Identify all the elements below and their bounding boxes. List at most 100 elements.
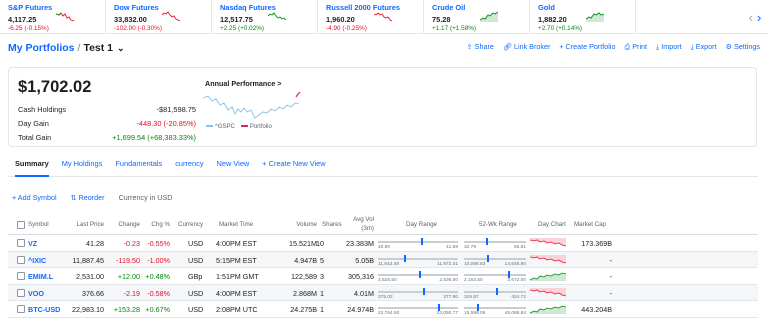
chevron-down-icon[interactable]: ⌄ — [117, 43, 125, 54]
portfolio-breadcrumb: My Portfolios / Test 1 ⌄ — [8, 41, 125, 55]
price-change: +153.28 — [113, 305, 140, 314]
create-portfolio-button[interactable]: + Create Portfolio — [559, 42, 615, 52]
breadcrumb-separator: / — [77, 42, 81, 54]
col-market-cap[interactable]: Market Cap — [574, 221, 606, 228]
tab-summary[interactable]: Summary — [15, 159, 49, 177]
table-row[interactable]: BTC-USD 22,983.10 +153.28 +0.67% USD 2:08PM U… — [8, 301, 758, 318]
day-high: 377.90 — [443, 294, 458, 300]
tab-new-view[interactable]: New View — [217, 159, 250, 176]
create-new-view-button[interactable]: + Create New View — [262, 159, 325, 176]
ticker-nasdaq-futures[interactable]: Nasdaq Futures 12,517.75 +2.25 (+0.02%) — [212, 0, 318, 34]
portfolio-line — [295, 91, 301, 98]
col-change[interactable]: Change — [108, 221, 140, 228]
ticker-change: +2.25 (+0.02%) — [220, 25, 265, 32]
reorder-button[interactable]: ⇅ Reorder — [71, 193, 105, 202]
settings-button[interactable]: ⚙ Settings — [726, 42, 760, 52]
tab-my-holdings[interactable]: My Holdings — [62, 159, 103, 176]
chevron-right-icon[interactable]: › — [757, 10, 761, 25]
col-market-time[interactable]: Market Time — [219, 221, 253, 228]
portfolio-total-value: $1,702.02 — [18, 78, 92, 96]
col-day-range[interactable]: Day Range — [406, 221, 437, 228]
col-avg-vol-sub: (3m) — [361, 225, 374, 232]
portfolio-actions: ⇪ Share 🔗︎ Link Broker + Create Portfoli… — [467, 42, 760, 52]
table-body: VZ 41.28 -0.23 -0.55% USD 4:00PM EST 15.521M 10… — [8, 235, 758, 318]
symbol-link[interactable]: VZ — [28, 239, 37, 248]
annual-performance-link[interactable]: Annual Performance > — [205, 79, 282, 88]
symbol-link[interactable]: VOO — [28, 289, 44, 298]
ticker-gold[interactable]: Gold 1,882.20 +2.70 (+0.14%) — [530, 0, 636, 34]
market-time: 4:00PM EST — [216, 288, 257, 298]
share-label: Share — [474, 42, 494, 51]
import-button[interactable]: ⤓ Import — [656, 42, 682, 52]
day-range: 2,525.50 2,536.00 — [378, 270, 458, 283]
percent-change: -0.58% — [147, 288, 170, 298]
day-range-marker — [418, 271, 421, 278]
chevron-left-icon[interactable]: ‹ — [749, 10, 753, 25]
day-low: 40.90 — [378, 245, 391, 250]
tab-currency[interactable]: currency — [175, 159, 203, 176]
percent-change: +0.67% — [145, 305, 170, 314]
portfolio-name[interactable]: Test 1 — [83, 42, 113, 54]
ticker-crude-oil[interactable]: Crude Oil 75.28 +1.17 (+1.58%) — [424, 0, 530, 34]
gspc-line — [203, 95, 300, 119]
col-chg-pct[interactable]: Chg % — [142, 221, 170, 228]
col-avg-vol[interactable]: Avg Vol — [322, 216, 374, 223]
link-broker-button[interactable]: 🔗︎ Link Broker — [503, 42, 550, 52]
day-gain-row: Day Gain -448.30 (-20.85%) — [18, 119, 196, 128]
my-portfolios-link[interactable]: My Portfolios — [8, 42, 75, 54]
table-row[interactable]: VZ 41.28 -0.23 -0.55% USD 4:00PM EST 15.521M 10… — [8, 235, 758, 252]
avg-volume: 5.05B — [355, 255, 374, 265]
ticker-dow-futures[interactable]: Dow Futures 33,832.00 -102.00 (-0.30%) — [106, 0, 212, 34]
symbol-link[interactable]: EMIM.L — [28, 272, 53, 281]
52wk-range-marker — [487, 254, 490, 262]
share-icon: ⇪ — [466, 42, 473, 51]
last-price: 2,531.00 — [76, 272, 104, 281]
col-last-price[interactable]: Last Price — [66, 221, 104, 228]
day-range: 22,764.50 23,050.77 — [378, 303, 458, 316]
ticker-empty-slot — [636, 0, 713, 34]
row-checkbox[interactable] — [17, 239, 25, 247]
avg-volume: 24.974B — [347, 305, 374, 314]
row-checkbox[interactable] — [17, 305, 25, 313]
day-range: 11,843.48 11,973.41 — [378, 254, 458, 267]
symbol-link[interactable]: BTC-USD — [28, 305, 60, 314]
day-sparkline — [530, 272, 566, 281]
ticker-russell-futures[interactable]: Russell 2000 Futures 1,960.20 -4.90 (-0.… — [318, 0, 424, 34]
share-button[interactable]: ⇪ Share — [467, 42, 494, 52]
day-high: 2,536.00 — [439, 278, 458, 283]
col-day-chart: Day Chart — [538, 221, 566, 228]
market-cap: - — [609, 255, 612, 265]
legend-portfolio: Portfolio — [240, 124, 272, 130]
table-row[interactable]: EMIM.L 2,531.00 +12.00 +0.48% GBp 1:51PM GMT 1… — [8, 268, 758, 285]
print-button[interactable]: ⎙ Print — [624, 42, 647, 52]
table-row[interactable]: ^IXIC 11,887.45 -119.50 -1.00% USD 5:15PM EST… — [8, 251, 758, 268]
ticker-change: -4.90 (-0.25%) — [326, 25, 367, 32]
col-52wk-range[interactable]: 52-Wk Range — [479, 221, 517, 228]
export-button[interactable]: ⤓ Export — [691, 42, 717, 52]
reorder-label: Reorder — [78, 193, 105, 202]
symbol-link[interactable]: ^IXIC — [28, 256, 46, 265]
col-symbol[interactable]: Symbol — [28, 221, 49, 228]
day-high: 41.59 — [445, 245, 458, 250]
col-currency[interactable]: Currency — [178, 221, 203, 228]
row-checkbox[interactable] — [17, 288, 25, 297]
col-volume[interactable]: Volume — [278, 221, 317, 228]
ticker-sparkline — [480, 11, 498, 22]
select-all-checkbox[interactable] — [17, 221, 25, 229]
ticker-sp-futures[interactable]: S&P Futures 4,117.25 -6.25 (-0.15%) — [0, 0, 106, 34]
52wk-low: 10,088.83 — [464, 261, 486, 267]
percent-change: +0.48% — [145, 272, 170, 281]
row-checkbox[interactable] — [17, 272, 25, 280]
annual-performance-chart — [203, 91, 301, 119]
cash-holdings-value: -$81,598.75 — [156, 105, 196, 114]
table-header: Symbol Last Price Change Chg % Currency … — [8, 215, 758, 235]
export-icon: ⤓ — [690, 42, 694, 51]
52wk-range-marker — [485, 238, 488, 245]
row-checkbox[interactable] — [17, 255, 25, 264]
legend-portfolio-label: Portfolio — [249, 124, 272, 130]
tab-fundamentals[interactable]: Fundamentals — [115, 159, 162, 176]
add-symbol-button[interactable]: + Add Symbol — [12, 193, 57, 202]
52wk-range: 10,088.83 14,646.90 — [464, 254, 526, 267]
currency: USD — [188, 239, 204, 248]
table-row[interactable]: VOO 376.66 -2.19 -0.58% USD 4:00PM EST 2.868M 1… — [8, 284, 758, 301]
